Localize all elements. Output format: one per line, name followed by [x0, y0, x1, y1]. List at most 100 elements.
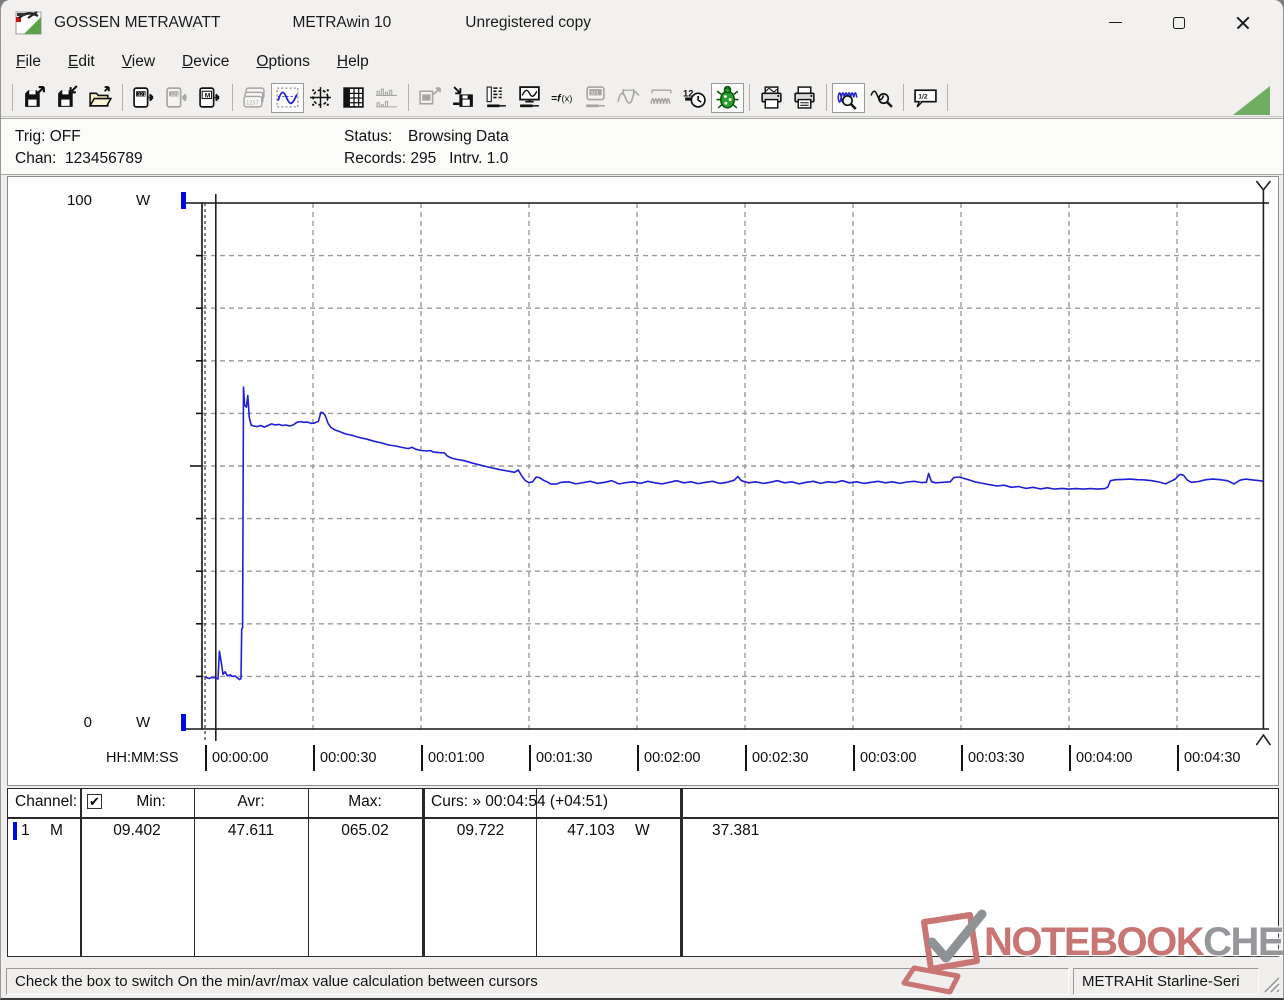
device-memory-read-icon: M [198, 85, 223, 110]
store-settings-icon [451, 85, 476, 110]
store-settings-button[interactable] [447, 83, 480, 113]
transfer-button[interactable] [414, 83, 447, 113]
function-fx-button[interactable]: =f(x) [546, 83, 579, 113]
toolbar-separator [903, 84, 904, 111]
zoom-curve-icon [836, 85, 861, 110]
zoom-curve-button[interactable] [832, 83, 865, 113]
device-read-321-icon: 321 [132, 85, 157, 110]
minimize-button[interactable] [1083, 0, 1147, 45]
device-config-button[interactable]: 321 [579, 83, 612, 113]
wave-compress-button[interactable] [645, 83, 678, 113]
print-button[interactable] [788, 83, 821, 113]
menu-item-help[interactable]: Help [328, 49, 378, 75]
x-tick-label: 00:03:00 [853, 745, 916, 771]
y-axis-marker-top [181, 192, 186, 209]
monitor-config-button[interactable] [513, 83, 546, 113]
annotation-button[interactable]: 1/2 [909, 83, 942, 113]
display-curve-button[interactable] [271, 83, 304, 113]
display-table-button[interactable] [337, 83, 370, 113]
debug-bug-button[interactable] [711, 83, 744, 113]
x-tick-label: 00:02:00 [637, 745, 700, 771]
status-line: Status:Browsing Data [344, 126, 509, 148]
power-line-chart[interactable] [8, 177, 1278, 785]
records-line: Records: 295 Intrv. 1.0 [344, 148, 509, 170]
app-window: GOSSEN METRAWATT METRAwin 10 Unregistere… [0, 0, 1284, 1000]
col-header-max: Max: [308, 793, 422, 811]
time-setup-icon: 12 [682, 85, 707, 110]
svg-text:1257: 1257 [246, 100, 258, 106]
y-axis-unit-bottom: W [136, 714, 150, 731]
toolbar-separator [947, 84, 948, 111]
svg-text:1/2: 1/2 [918, 94, 928, 101]
debug-bug-icon [715, 85, 740, 110]
col-header-min: Min: [108, 793, 194, 811]
trigger-status: Trig: OFF [15, 126, 143, 148]
open-folder-button[interactable] [84, 83, 117, 113]
svg-text:321: 321 [590, 90, 599, 96]
menu-item-device[interactable]: Device [173, 49, 238, 75]
table-divider-thick [680, 789, 683, 956]
title-brand: GOSSEN METRAWATT [54, 14, 220, 32]
cell-min-value: 09.402 [80, 822, 194, 840]
cell-delta-value: 37.381 [712, 822, 759, 840]
svg-text:321: 321 [170, 92, 179, 98]
app-icon [15, 9, 42, 36]
display-histogram-button[interactable] [370, 83, 403, 113]
zoom-free-button[interactable] [865, 83, 898, 113]
cell-channel-mode: M [50, 822, 63, 840]
cursor-b-bottom-handle [1256, 735, 1270, 745]
import-file-button[interactable] [51, 83, 84, 113]
wave-cursor-icon [616, 85, 641, 110]
toolbar-separator [232, 84, 233, 111]
maximize-button[interactable] [1147, 0, 1211, 45]
menu-item-file[interactable]: File [7, 49, 50, 75]
toolbar-separator [122, 84, 123, 111]
print-curve-button[interactable] [755, 83, 788, 113]
cell-cursor-a-value: 09.722 [425, 822, 536, 840]
status-device-name: METRAHit Starline-Seri [1073, 968, 1259, 995]
cell-max-value: 065.02 [308, 822, 422, 840]
open-folder-icon [88, 85, 113, 110]
toolbar-separator [826, 84, 827, 111]
x-tick-label: 00:04:00 [1069, 745, 1132, 771]
acquisition-info-panel: Trig: OFF Chan: 123456789 Status:Browsin… [1, 118, 1283, 175]
menu-item-edit[interactable]: Edit [59, 49, 104, 75]
close-icon [1236, 16, 1250, 30]
display-digital-button[interactable]: 1257 [238, 83, 271, 113]
display-histogram-icon [374, 85, 399, 110]
device-read-321-button[interactable]: 321 [128, 83, 161, 113]
channel-config-button[interactable] [480, 83, 513, 113]
maximize-icon [1173, 17, 1185, 29]
x-axis-labels: HH:MM:SS 00:00:0000:00:3000:01:0000:01:3… [8, 745, 1278, 775]
wave-cursor-button[interactable] [612, 83, 645, 113]
function-fx-icon: =f(x) [550, 85, 575, 110]
minimize-icon [1109, 22, 1122, 23]
menu-item-options[interactable]: Options [247, 49, 318, 75]
time-setup-button[interactable]: 12 [678, 83, 711, 113]
device-write-321-button[interactable]: 321 [161, 83, 194, 113]
y-axis-min-label: 0 [48, 714, 92, 731]
export-file-button[interactable] [18, 83, 51, 113]
device-write-321-icon: 321 [165, 85, 190, 110]
minmax-checkbox[interactable]: ✔ [87, 794, 102, 809]
annotation-icon: 1/2 [913, 85, 938, 110]
power-series-line [205, 387, 1263, 679]
resize-grip[interactable] [1261, 974, 1281, 994]
channel-color-marker [13, 822, 17, 840]
close-button[interactable] [1211, 0, 1275, 45]
x-tick-label: 00:03:30 [961, 745, 1024, 771]
channel-config-icon [484, 85, 509, 110]
col-header-avr: Avr: [194, 793, 308, 811]
zoom-free-icon [869, 85, 894, 110]
x-axis-caption: HH:MM:SS [106, 745, 179, 771]
toolbar-separator [12, 84, 13, 111]
menu-item-view[interactable]: View [113, 49, 164, 75]
wave-compress-icon [649, 85, 674, 110]
title-bar: GOSSEN METRAWATT METRAwin 10 Unregistere… [1, 0, 1283, 45]
monitor-config-icon [517, 85, 542, 110]
cell-cursor-b-value: 47.103 [536, 822, 646, 840]
x-tick-label: 00:02:30 [745, 745, 808, 771]
display-analog-button[interactable] [304, 83, 337, 113]
transfer-icon [418, 85, 443, 110]
device-memory-read-button[interactable]: M [194, 83, 227, 113]
